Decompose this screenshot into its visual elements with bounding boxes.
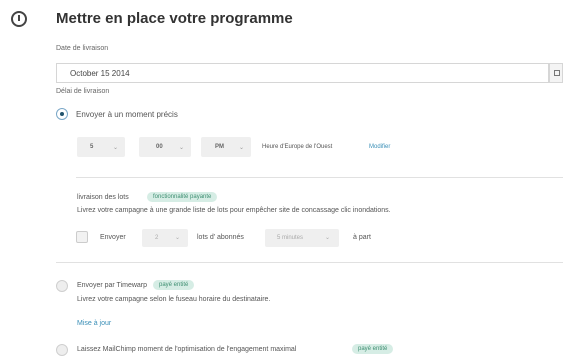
send-label: Envoyer (100, 234, 126, 241)
timewarp-update-link[interactable]: Mise à jour (77, 320, 111, 327)
apart-label: à part (353, 234, 371, 241)
radio-optimization[interactable] (56, 344, 68, 356)
ampm-value: PM (215, 144, 224, 150)
minute-value: 00 (156, 144, 163, 150)
timewarp-label: Envoyer par Timewarp (77, 282, 148, 289)
chevron-down-icon: ⌄ (238, 145, 244, 151)
minute-select[interactable]: 00 ⌄ (139, 137, 191, 157)
divider (76, 177, 563, 178)
paid-entity-badge: payé entité (153, 280, 195, 290)
delivery-date-label: Date de livraison (56, 45, 109, 52)
clock-icon (11, 11, 27, 27)
delivery-date-input[interactable]: October 15 2014 (56, 63, 549, 83)
delay-label: Délai de livraison (56, 88, 110, 95)
subscribers-label: lots d' abonnés (197, 234, 244, 241)
ampm-select[interactable]: PM ⌄ (201, 137, 251, 157)
batch-checkbox[interactable] (76, 231, 88, 243)
radio-specific-time[interactable] (56, 108, 68, 120)
hour-value: 5 (90, 144, 94, 150)
calendar-button[interactable] (549, 63, 563, 83)
paid-feature-badge: fonctionnalité payante (147, 192, 218, 202)
batch-title: livraison des lots (77, 194, 129, 201)
chevron-down-icon: ⌄ (325, 235, 331, 241)
chevron-down-icon: ⌄ (112, 145, 118, 151)
page-title: Mettre en place votre programme (56, 10, 293, 27)
timewarp-description: Livrez votre campagne selon le fuseau ho… (77, 296, 271, 303)
batch-interval-value: 5 minutes (277, 235, 304, 241)
batch-interval-select[interactable]: 5 minutes ⌄ (265, 229, 339, 247)
divider (56, 262, 563, 263)
chevron-down-icon: ⌄ (178, 145, 184, 151)
modify-timezone-link[interactable]: Modifier (369, 144, 390, 150)
chevron-down-icon: ⌄ (175, 235, 181, 241)
calendar-icon (554, 70, 560, 76)
batch-count-value: 2 (155, 235, 159, 241)
optimization-label: Laissez MailChimp moment de l'optimisati… (77, 346, 297, 353)
batch-count-select[interactable]: 2 ⌄ (142, 229, 188, 247)
batch-description: Livrez votre campagne à une grande liste… (77, 207, 391, 214)
paid-entity-badge: payé entité (352, 344, 394, 354)
radio-timewarp[interactable] (56, 280, 68, 292)
radio-specific-time-label: Envoyer à un moment précis (76, 110, 178, 119)
hour-select[interactable]: 5 ⌄ (77, 137, 125, 157)
timezone-text: Heure d'Europe de l'Ouest (262, 144, 333, 150)
